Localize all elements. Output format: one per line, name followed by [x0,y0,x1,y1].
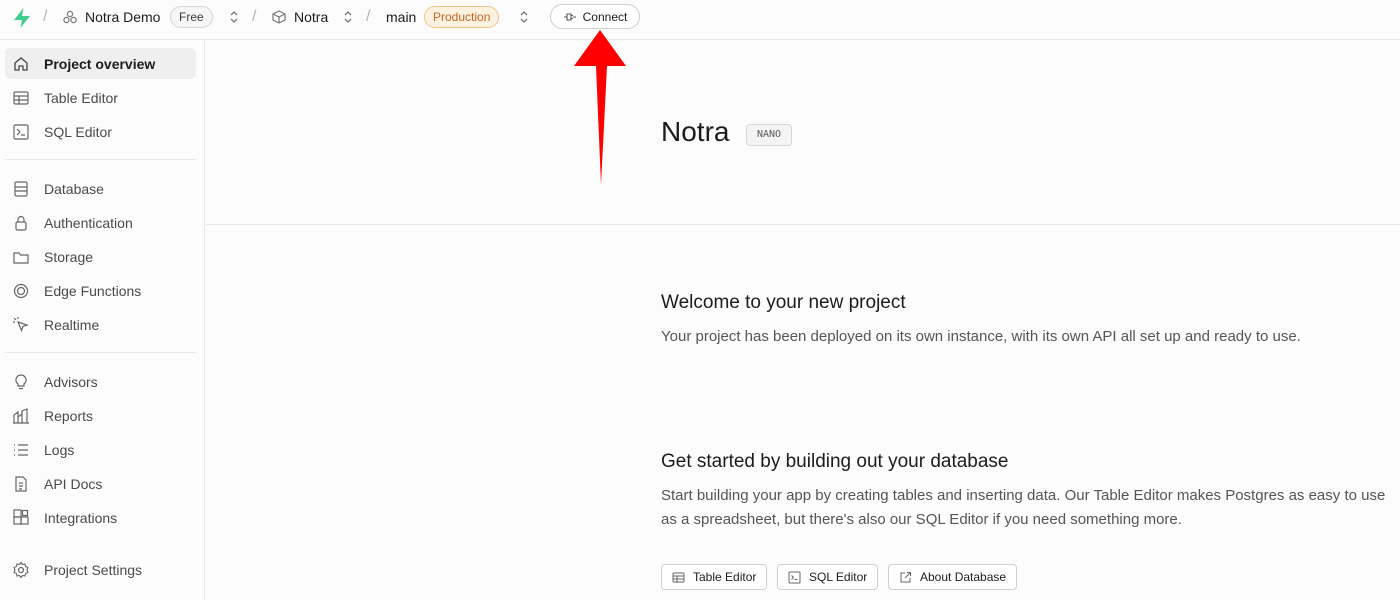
sidebar-item-integrations[interactable]: Integrations [5,502,196,533]
home-icon [14,56,28,71]
lightbulb-icon [15,373,27,389]
about-database-button-label: About Database [920,570,1007,584]
sql-editor-button-label: SQL Editor [809,570,868,584]
box-icon [272,10,286,24]
project-title: Notra [661,116,730,147]
blocks-icon [13,508,29,525]
sidebar: Project overview Table Editor SQL Editor… [0,40,205,600]
functions-icon [13,283,29,298]
external-link-icon [900,571,911,582]
sidebar-item-label: Project Settings [44,561,143,578]
sidebar-item-label: Project overview [44,55,156,72]
about-database-button[interactable]: About Database [888,564,1018,590]
sidebar-item-api-docs[interactable]: API Docs [5,468,196,499]
breadcrumb-separator: / [252,8,257,25]
sidebar-item-label: Advisors [44,373,98,390]
table-editor-button[interactable]: Table Editor [661,564,768,590]
sidebar-item-label: Realtime [44,316,100,333]
annotation-arrow [574,30,626,185]
sidebar-item-realtime[interactable]: Realtime [5,309,196,340]
sidebar-item-table-editor[interactable]: Table Editor [5,82,196,113]
sidebar-item-storage[interactable]: Storage [5,241,196,272]
sidebar-item-label: API Docs [44,475,103,492]
cursor-click-icon [13,316,29,332]
sidebar-item-project-settings[interactable]: Project Settings [5,554,196,585]
sidebar-item-label: Reports [44,407,94,424]
org-icon [63,10,77,24]
org-name[interactable]: Notra Demo [85,9,160,25]
sidebar-item-edge-functions[interactable]: Edge Functions [5,275,196,306]
sidebar-divider [5,159,196,160]
sidebar-item-logs[interactable]: Logs [5,434,196,465]
project-name[interactable]: Notra [294,9,328,25]
table-editor-button-label: Table Editor [693,570,757,584]
sql-editor-button[interactable]: SQL Editor [777,564,879,590]
table-icon [13,90,29,105]
lock-icon [15,215,27,231]
main-content: Notra NANO Welcome to your new project Y… [206,40,1400,600]
supabase-logo[interactable] [12,7,32,29]
org-plan-badge: Free [170,6,213,28]
top-bar: / Notra Demo Free / Notra / main Product… [0,0,1400,40]
compute-size-badge: NANO [746,124,793,146]
file-text-icon [15,475,27,492]
sidebar-item-label: Table Editor [44,89,118,106]
chevron-up-down-icon[interactable] [518,9,530,25]
terminal-icon [788,571,801,583]
sidebar-item-advisors[interactable]: Advisors [5,366,196,397]
get-started-text: Start building your app by creating tabl… [661,487,1386,528]
sidebar-item-sql-editor[interactable]: SQL Editor [5,116,196,147]
breadcrumb-separator: / [43,8,48,25]
plug-icon [563,12,576,21]
branch-env-badge: Production [424,6,500,28]
table-icon [672,572,685,582]
sidebar-divider [5,352,196,353]
section-divider [206,224,1400,225]
sidebar-item-label: Edge Functions [44,282,142,299]
chevron-up-down-icon[interactable] [342,9,354,25]
sidebar-item-label: SQL Editor [44,123,112,140]
connect-button[interactable]: Connect [550,4,640,29]
sidebar-item-label: Integrations [44,509,118,526]
terminal-icon [13,123,29,140]
get-started-heading: Get started by building out your databas… [661,451,1009,472]
breadcrumb-separator: / [366,8,371,25]
sidebar-item-project-overview[interactable]: Project overview [5,48,196,79]
sidebar-item-label: Database [44,180,104,197]
sidebar-item-authentication[interactable]: Authentication [5,207,196,238]
sidebar-item-label: Logs [44,441,75,458]
sidebar-item-label: Authentication [44,214,133,231]
sidebar-item-label: Storage [44,248,94,265]
database-icon [14,180,28,197]
sidebar-item-database[interactable]: Database [5,173,196,204]
reports-icon [13,407,29,424]
welcome-heading: Welcome to your new project [661,292,906,313]
gear-icon [13,561,29,578]
sidebar-item-reports[interactable]: Reports [5,400,196,431]
connect-label: Connect [582,9,628,24]
welcome-text: Your project has been deployed on its ow… [661,328,1301,345]
archive-icon [13,251,29,264]
branch-name[interactable]: main [386,9,416,25]
chevron-up-down-icon[interactable] [228,9,240,25]
list-icon [14,443,28,456]
